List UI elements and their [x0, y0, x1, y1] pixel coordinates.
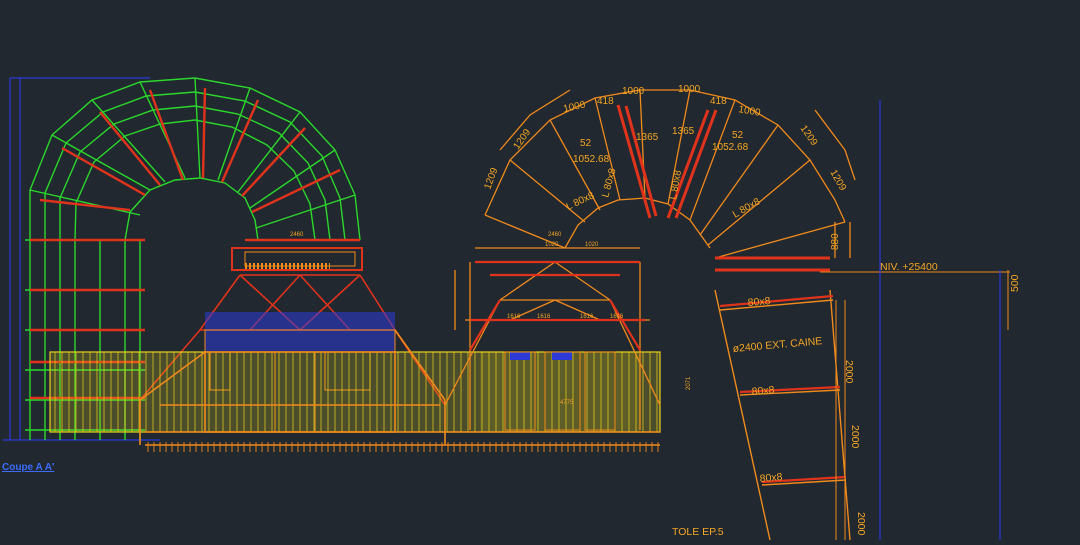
- small-dim-7: 1616: [580, 314, 594, 320]
- dim-1365-b: 1365: [672, 126, 695, 137]
- section-label: Coupe A A': [2, 462, 54, 473]
- duct-label-1: 80x8: [747, 295, 771, 309]
- dim-1000-b: 1000: [622, 86, 645, 97]
- dim-l80-d: L 80x8: [731, 196, 763, 221]
- small-dim-3: 1020: [585, 242, 599, 248]
- ground-ticks: [147, 442, 659, 452]
- level-line: [820, 100, 1010, 540]
- dim-1000-d: 1000: [737, 104, 761, 119]
- duct-red-bands: [719, 294, 847, 484]
- dim-2000-c: 2000: [855, 512, 867, 536]
- dim-l80-a: L 80x8: [565, 190, 597, 213]
- duct-label-2: 80x8: [751, 384, 775, 398]
- dim-2000-a: 2000: [843, 360, 855, 384]
- plate-label: TOLE EP.5: [672, 526, 724, 538]
- inclined-duct: [714, 289, 851, 541]
- dim-1365-a: 1365: [636, 132, 659, 143]
- dim-1052-a: 1052.68: [573, 154, 610, 165]
- dim-2000-b: 2000: [849, 425, 861, 449]
- dim-418-a: 418: [597, 96, 614, 107]
- duct-bend: [484, 89, 856, 271]
- dim-418-b: 418: [710, 96, 727, 107]
- dim-880: 880: [830, 233, 841, 250]
- small-dim-5: 1616: [507, 314, 521, 320]
- dim-1000-a: 1000: [562, 99, 586, 114]
- dim-1000-c: 1000: [678, 84, 701, 95]
- cad-drawing-canvas[interactable]: Coupe A A' 1209 1209 1000 418 1000 1000 …: [0, 0, 1080, 541]
- dim-52-a: 52: [580, 138, 592, 149]
- duct-label-diameter: ø2400 EXT. CAINE: [732, 335, 823, 355]
- small-dim-2: 2460: [548, 232, 562, 238]
- small-dim-8: 1616: [610, 314, 624, 320]
- dim-500: 500: [1009, 274, 1021, 292]
- small-dim-9: 2071: [686, 376, 692, 390]
- small-dim-10: 4775: [560, 400, 574, 406]
- dim-52-b: 52: [732, 130, 744, 141]
- small-dim-1: 1020: [545, 242, 559, 248]
- duct-label-3: 80x8: [759, 471, 783, 485]
- small-dim-6: 1616: [537, 314, 551, 320]
- level-label: NIV. +25400: [880, 261, 938, 273]
- dim-1209-right-2: 1209: [827, 168, 848, 193]
- dim-1209-right: 1209: [798, 123, 820, 148]
- small-dim-4: 2460: [290, 232, 304, 238]
- dim-1052-b: 1052.68: [712, 142, 749, 153]
